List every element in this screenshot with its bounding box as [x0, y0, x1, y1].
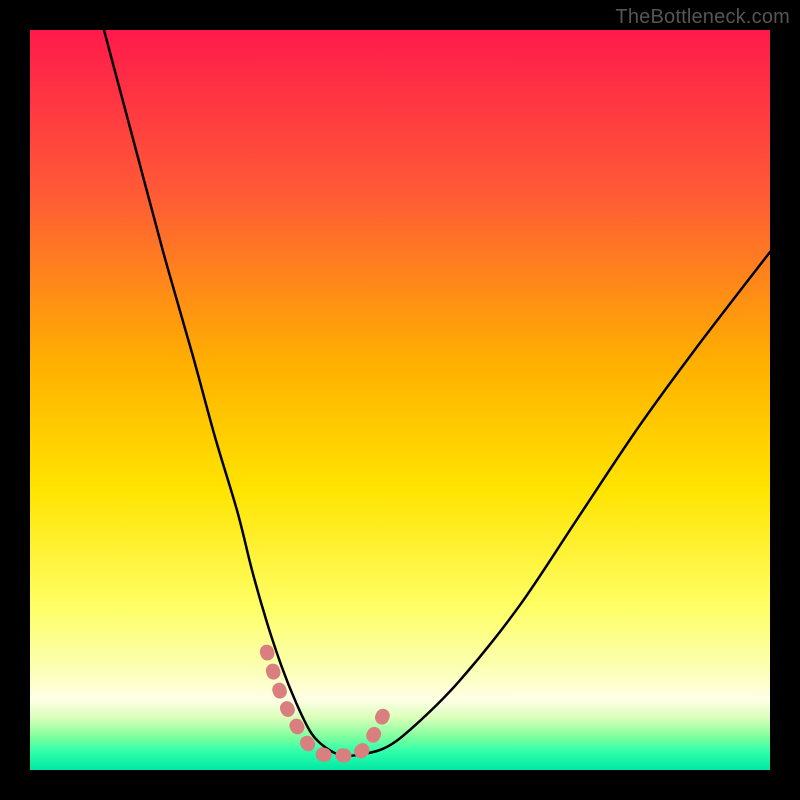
overlay-highlight — [267, 652, 385, 757]
plot-area — [30, 30, 770, 770]
curve-layer — [30, 30, 770, 770]
bottleneck-curve — [104, 30, 770, 756]
watermark-text: TheBottleneck.com — [615, 6, 790, 29]
chart-frame: TheBottleneck.com — [0, 0, 800, 800]
